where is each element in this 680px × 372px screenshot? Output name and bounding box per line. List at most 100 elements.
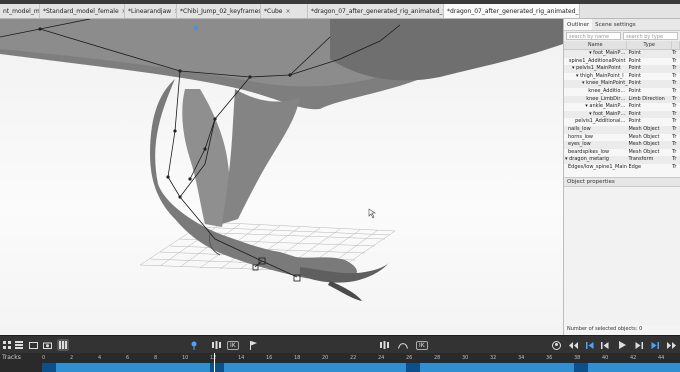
ik-label: IK [227,340,239,350]
camera-icon[interactable] [42,339,52,351]
play-icon[interactable] [617,339,627,351]
tab-label: *dragon_07_after_generated_rig_animated_… [311,8,444,15]
row-type: Mesh Object [628,133,660,140]
list-item[interactable]: horns_low Mesh Object Tr [564,134,680,142]
row-extra: Tr [672,95,677,102]
character-icon[interactable] [550,339,562,351]
keyframe[interactable] [210,363,224,372]
flag-icon[interactable] [248,339,258,351]
column-extra[interactable] [672,41,680,49]
row-type: Point [628,65,641,72]
close-icon[interactable]: × [286,4,294,18]
keyframe-mode-icon[interactable] [378,339,390,351]
list-item[interactable]: Edges/low_spine1_Main… Edge Tr [564,164,680,172]
list-item[interactable]: ▾ pelvis1_MainPoint Point Tr [564,65,680,73]
timeline-tick: 0 [42,355,46,361]
step-back-icon[interactable] [585,339,595,351]
ik-button-2[interactable]: IK [416,339,428,351]
list-item[interactable]: ▾ ankle_MainP… Point Tr [564,103,680,111]
list-view-icon[interactable] [14,339,24,351]
prev-frame-icon[interactable] [600,339,610,351]
transform-gizmo[interactable] [193,25,199,31]
layers-icon[interactable] [28,339,38,351]
mouse-cursor [368,208,376,219]
tab-label: *Standard_model_female [43,8,119,15]
object-properties-header: Object properties [564,177,680,187]
column-type[interactable]: Type [627,41,673,49]
next-frame-icon[interactable] [634,339,644,351]
grid-view-icon[interactable] [2,339,12,351]
row-name: knee_Additio… [588,87,626,94]
list-item[interactable]: ▾ foot_MainP… Point Tr [564,110,680,119]
tab-5[interactable]: *dragon_07_after_generated_rig_animated_… [308,4,444,18]
row-type: Point [628,80,641,87]
timeline-ruler[interactable]: 0246810121416182022242628303234363840424… [42,354,680,363]
keyframe[interactable] [406,363,420,372]
timeline-tick: 8 [154,355,158,361]
row-extra: Tr [672,118,677,125]
pin-icon[interactable] [188,339,200,351]
search-by-type-input[interactable]: search by type [623,32,678,40]
list-item[interactable]: knee_LimbDir… Limb Direction Tr [564,95,680,104]
tab-4[interactable]: *Cube × [261,4,308,18]
list-item[interactable]: ▾ thigh_MainPoint_l Point Tr [564,73,680,81]
tab-0[interactable]: nt_model_male× [0,4,40,18]
timeline-tick: 14 [238,355,245,361]
list-item[interactable]: ▾ knee_MainPoint_l Point Tr [564,80,680,88]
keyframe[interactable] [42,363,56,372]
bone-mode-icon[interactable] [210,339,222,351]
dragon-mesh [0,19,563,301]
row-extra: Tr [672,103,677,110]
ik-button[interactable]: IK [227,339,239,351]
timeline-tick: 6 [126,355,130,361]
tab-outliner[interactable]: Outliner [564,19,593,30]
row-type: Point [628,110,641,117]
row-extra: Tr [672,80,677,87]
list-item[interactable]: knee_Additio… Point Tr [564,88,680,96]
row-type: Point [628,118,641,125]
3d-viewport[interactable] [0,19,563,335]
right-panel: Outliner Scene settings search by name s… [563,19,680,335]
list-item[interactable]: nails_low Mesh Object Tr [564,125,680,134]
keyframe[interactable] [574,363,588,372]
row-type: Point [628,72,641,79]
list-item[interactable]: spine1_AdditionalPoint Point Tr [564,58,680,66]
row-extra: Tr [672,87,677,94]
document-tab-bar: nt_model_male× *Standard_model_female× *… [0,4,680,19]
list-item[interactable]: beardspikes_low Mesh Object Tr [564,149,680,157]
tab-scene-settings[interactable]: Scene settings [592,19,638,30]
timeline-tick: 24 [378,355,385,361]
list-item[interactable]: ▾ dragon_metarig Transform Tr [564,156,680,164]
step-forward-icon[interactable] [650,339,660,351]
row-type: Limb Direction [628,95,665,102]
tab-2[interactable]: *Linearandjaw× [125,4,177,18]
object-properties-panel [564,187,680,325]
tab-1[interactable]: *Standard_model_female× [40,4,125,18]
row-type: Point [628,57,641,64]
timeline[interactable]: Tracks 024681012141618202224262830323436… [0,353,680,372]
row-name: pelvis1_Additional… [575,118,626,125]
row-type: Transform [628,156,654,163]
animation-track[interactable] [42,363,680,372]
row-name: ▾ pelvis1_MainPoint [572,65,621,72]
selected-count: Number of selected objects: 0 [567,326,643,332]
row-name: Edges/low_spine1_Main… [568,163,628,170]
tab-3[interactable]: *Chibi_Jump_02_keyframes× [177,4,261,18]
row-type: Point [628,103,641,110]
ik-label: IK [416,340,428,350]
outliner-search-row: search by name search by type [564,31,680,41]
film-icon[interactable] [57,339,69,351]
row-name: nails_low [568,125,591,132]
playhead[interactable] [214,353,215,372]
tab-6-active[interactable]: *dragon_07_after_generated_rig_animated_… [444,4,580,18]
list-item[interactable]: pelvis1_Additional… Point Tr [564,118,680,126]
outliner-column-header: Name Type [564,41,680,50]
timeline-tick: 28 [434,355,441,361]
skip-back-icon[interactable] [568,339,578,351]
search-by-name-input[interactable]: search by name [566,32,621,40]
curve-icon[interactable] [397,339,409,351]
column-name[interactable]: Name [564,41,628,49]
skip-forward-icon[interactable] [666,339,676,351]
list-item[interactable]: eyes_low Mesh Object Tr [564,141,680,149]
list-item[interactable]: ▾ foot_MainP… Point Tr [564,50,680,58]
